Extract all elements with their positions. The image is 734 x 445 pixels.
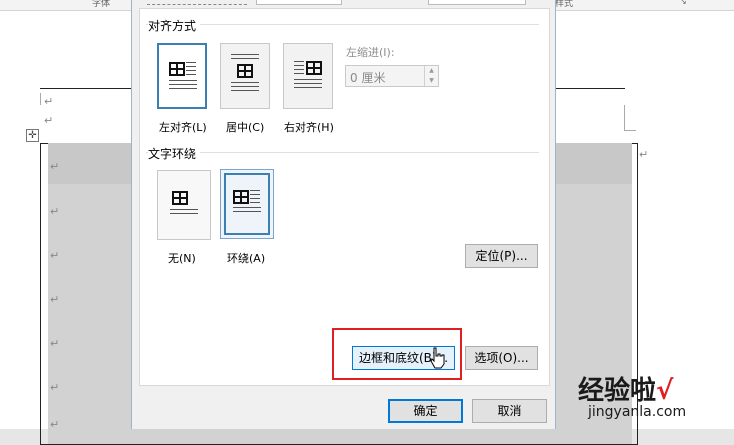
table-nowrap-icon — [172, 191, 188, 205]
table-right-icon — [306, 61, 322, 75]
ok-button[interactable]: 确定 — [388, 399, 463, 423]
cell-mark: ↵ — [50, 293, 60, 306]
hand-cursor-icon — [430, 347, 445, 369]
previous-input-remnant — [256, 0, 342, 5]
watermark-brand: 经验啦√ — [578, 370, 673, 407]
wrapping-group-title: 文字环绕 — [148, 145, 201, 162]
wrap-none-label[interactable]: 无(N) — [168, 250, 196, 266]
watermark-site: jingyanla.com — [588, 404, 687, 420]
align-left-label[interactable]: 左对齐(L) — [159, 119, 207, 135]
align-left-option[interactable] — [157, 43, 207, 109]
wrap-around-option[interactable] — [220, 169, 274, 239]
cell-mark: ↵ — [50, 205, 60, 218]
table-left-icon — [169, 62, 185, 76]
spin-down-icon[interactable]: ▼ — [425, 76, 438, 86]
text-lines-icon — [231, 54, 259, 62]
text-lines-icon — [294, 79, 322, 89]
margin-corner-right-h — [624, 130, 636, 131]
checkmark-icon: √ — [656, 376, 674, 406]
align-right-option[interactable] — [283, 43, 333, 109]
cancel-button[interactable]: 取消 — [472, 399, 547, 423]
style-group-label: 样式 — [555, 0, 574, 9]
text-lines-icon — [231, 82, 259, 92]
text-lines-icon — [294, 61, 304, 77]
watermark-brand-text: 经验啦 — [578, 376, 657, 406]
spinner-arrows[interactable]: ▲ ▼ — [424, 66, 438, 86]
table-move-handle-icon[interactable]: ✛ — [26, 129, 39, 142]
previous-input-remnant-2 — [428, 0, 526, 5]
table-center-icon — [237, 64, 253, 78]
cell-mark: ↵ — [50, 418, 60, 431]
cell-mark: ↵ — [50, 381, 60, 394]
cell-mark: ↵ — [50, 337, 60, 350]
left-indent-spinner[interactable]: 0 厘米 ▲ ▼ — [345, 65, 439, 87]
row-end-mark: ↵ — [639, 148, 649, 161]
align-right-label[interactable]: 右对齐(H) — [284, 119, 334, 135]
text-lines-icon — [170, 209, 198, 217]
wrap-none-option[interactable] — [157, 170, 211, 240]
previous-field-remnant — [147, 0, 247, 5]
paragraph-mark: ↵ — [44, 114, 54, 127]
font-group-label: 字体 — [92, 0, 111, 9]
table-wrap-icon — [233, 190, 249, 204]
text-lines-icon — [250, 190, 260, 204]
position-button[interactable]: 定位(P)... — [465, 244, 538, 268]
options-button[interactable]: 选项(O)... — [465, 346, 538, 370]
paragraph-mark: ↵ — [44, 95, 54, 108]
alignment-group-line — [146, 24, 539, 25]
wrap-around-label[interactable]: 环绕(A) — [227, 250, 265, 266]
left-indent-value: 0 厘米 — [350, 71, 386, 85]
alignment-group-title: 对齐方式 — [148, 17, 201, 34]
text-lines-icon — [169, 80, 197, 90]
cell-mark: ↵ — [50, 160, 60, 173]
wrap-around-selection — [224, 173, 270, 235]
spin-up-icon[interactable]: ▲ — [425, 66, 438, 76]
wrapping-group-line — [146, 152, 539, 153]
left-indent-label: 左缩进(I): — [346, 46, 395, 59]
align-center-option[interactable] — [220, 43, 270, 109]
align-center-label[interactable]: 居中(C) — [226, 119, 264, 135]
margin-corner-right — [624, 105, 625, 131]
cell-mark: ↵ — [50, 249, 60, 262]
text-lines-icon — [233, 207, 261, 215]
text-lines-icon — [186, 62, 196, 78]
dialog-launcher-icon[interactable]: ↘ — [680, 0, 687, 6]
margin-corner — [40, 93, 41, 105]
